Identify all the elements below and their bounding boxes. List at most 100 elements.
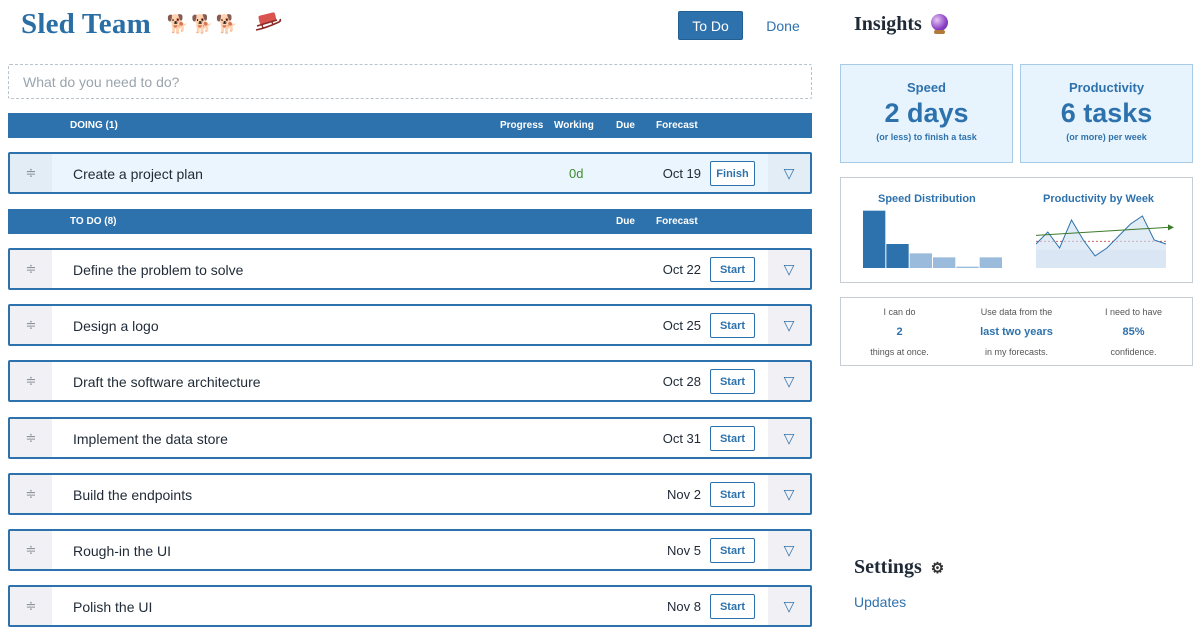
productivity-by-week-title: Productivity by Week: [1043, 193, 1155, 205]
doing-task-row: ≑ Create a project plan 0d Oct 19 Finish…: [8, 152, 812, 194]
start-task-button[interactable]: Start: [710, 257, 755, 282]
task-forecast-date: Nov 5: [667, 543, 701, 558]
crystal-ball-icon: [930, 14, 948, 34]
speed-kpi-card: Speed 2 days (or less) to finish a task: [840, 64, 1013, 163]
drag-handle-icon[interactable]: ≑: [10, 419, 52, 457]
start-task-button[interactable]: Start: [710, 482, 755, 507]
todo-task-row: ≑ Implement the data store Oct 31 Start …: [8, 417, 812, 459]
speed-distribution-bar: [863, 210, 886, 268]
insights-title-text: Insights: [854, 13, 922, 35]
todo-header-label: TO DO (8): [70, 216, 117, 227]
task-name: Implement the data store: [73, 431, 228, 447]
todo-task-row: ≑ Draft the software architecture Oct 28…: [8, 360, 812, 402]
task-name: Rough-in the UI: [73, 543, 172, 559]
confidence-setting: I need to have 85% confidence.: [1075, 307, 1192, 357]
start-task-button[interactable]: Start: [710, 313, 755, 338]
settings-title: Settings ⚙: [854, 556, 944, 579]
brand: Sled Team 🐕🐕🐕: [21, 8, 282, 41]
done-view-button[interactable]: Done: [755, 11, 811, 40]
expand-triangle-icon[interactable]: ▽: [768, 531, 810, 569]
gear-icon: ⚙: [930, 561, 945, 577]
wip-setting-value[interactable]: 2: [841, 326, 958, 338]
productivity-kpi-subtitle: (or more) per week: [1066, 132, 1147, 142]
task-name: Design a logo: [73, 318, 159, 334]
todo-task-row: ≑ Build the endpoints Nov 2 Start ▽: [8, 473, 812, 515]
speed-distribution-chart: [863, 210, 1002, 268]
drag-handle-icon[interactable]: ≑: [10, 154, 52, 192]
task-board: Sled Team 🐕🐕🐕 To Do Done DOING (1) Progr…: [0, 0, 820, 628]
productivity-by-week-chart: [1036, 215, 1174, 268]
confidence-setting-prefix: I need to have: [1104, 307, 1163, 317]
history-setting: Use data from the last two years in my f…: [958, 307, 1075, 357]
speed-distribution-bar: [979, 257, 1002, 268]
doing-section-header: DOING (1) Progress Working Due Forecast: [8, 113, 812, 138]
todo-task-row: ≑ Polish the UI Nov 8 Start ▽: [8, 585, 812, 627]
speed-kpi-label: Speed: [906, 80, 946, 95]
doing-header-label: DOING (1): [70, 120, 118, 131]
task-forecast-date: Oct 28: [662, 374, 701, 389]
start-task-button[interactable]: Start: [710, 538, 755, 563]
todo-task-row: ≑ Design a logo Oct 25 Start ▽: [8, 304, 812, 346]
task-working-time: 0d: [569, 166, 584, 181]
sled-icon: [254, 11, 282, 38]
trend-arrow-icon: [1168, 224, 1174, 231]
expand-triangle-icon[interactable]: ▽: [768, 362, 810, 400]
expand-triangle-icon[interactable]: ▽: [768, 419, 810, 457]
drag-handle-icon[interactable]: ≑: [10, 362, 52, 400]
expand-triangle-icon[interactable]: ▽: [768, 306, 810, 344]
view-toggle: To Do Done: [678, 11, 811, 40]
task-name: Create a project plan: [73, 166, 203, 182]
drag-handle-icon[interactable]: ≑: [10, 587, 52, 625]
forecast-settings: I can do 2 things at once. Use data from…: [840, 297, 1193, 366]
speed-distribution-bar: [956, 266, 979, 268]
expand-triangle-icon[interactable]: ▽: [768, 475, 810, 513]
todo-section-header: TO DO (8) Due Forecast: [8, 209, 812, 234]
start-task-button[interactable]: Start: [710, 594, 755, 619]
task-name: Build the endpoints: [73, 487, 193, 503]
todo-task-row: ≑ Rough-in the UI Nov 5 Start ▽: [8, 529, 812, 571]
expand-triangle-icon[interactable]: ▽: [768, 250, 810, 288]
drag-handle-icon[interactable]: ≑: [10, 306, 52, 344]
expand-triangle-icon[interactable]: ▽: [768, 587, 810, 625]
drag-handle-icon[interactable]: ≑: [10, 531, 52, 569]
confidence-setting-value[interactable]: 85%: [1075, 326, 1192, 338]
updates-link[interactable]: Updates: [854, 594, 906, 610]
husky-dogs-icon: 🐕🐕🐕: [166, 14, 241, 34]
speed-kpi-subtitle: (or less) to finish a task: [876, 132, 977, 142]
task-name: Polish the UI: [73, 599, 153, 615]
task-name: Define the problem to solve: [73, 262, 244, 278]
todo-task-row: ≑ Define the problem to solve Oct 22 Sta…: [8, 248, 812, 290]
due-column-header: Due: [616, 216, 635, 227]
drag-handle-icon[interactable]: ≑: [10, 475, 52, 513]
speed-distribution-bar: [933, 257, 956, 268]
new-task-input[interactable]: [8, 64, 812, 99]
start-task-button[interactable]: Start: [710, 426, 755, 451]
finish-task-button[interactable]: Finish: [710, 161, 755, 186]
insights-panel: Insights Speed 2 days (or less) to finis…: [830, 0, 1200, 628]
due-column-header: Due: [616, 120, 635, 131]
speed-distribution-bar: [886, 244, 909, 268]
working-column-header: Working: [554, 120, 594, 131]
history-setting-suffix: in my forecasts.: [984, 347, 1049, 357]
confidence-setting-suffix: confidence.: [1110, 347, 1157, 357]
productivity-kpi-label: Productivity: [1068, 80, 1145, 95]
insight-charts: Speed Distribution Productivity by Week: [840, 177, 1193, 283]
drag-handle-icon[interactable]: ≑: [10, 250, 52, 288]
productivity-kpi-value: 6 tasks: [1060, 98, 1153, 128]
settings-title-text: Settings: [854, 556, 922, 578]
history-setting-prefix: Use data from the: [980, 307, 1053, 317]
history-setting-value[interactable]: last two years: [958, 326, 1075, 338]
wip-setting-prefix: I can do: [883, 307, 916, 317]
progress-column-header: Progress: [500, 120, 544, 131]
forecast-column-header: Forecast: [656, 216, 698, 227]
wip-setting: I can do 2 things at once.: [841, 307, 958, 357]
speed-kpi-value: 2 days: [884, 98, 969, 128]
task-forecast-date: Oct 25: [662, 318, 701, 333]
task-forecast-date: Oct 31: [662, 431, 701, 446]
forecast-column-header: Forecast: [656, 120, 698, 131]
brand-title: Sled Team: [21, 8, 151, 40]
expand-triangle-icon[interactable]: ▽: [768, 154, 810, 192]
speed-distribution-title: Speed Distribution: [878, 193, 976, 205]
start-task-button[interactable]: Start: [710, 369, 755, 394]
todo-view-button[interactable]: To Do: [678, 11, 743, 40]
